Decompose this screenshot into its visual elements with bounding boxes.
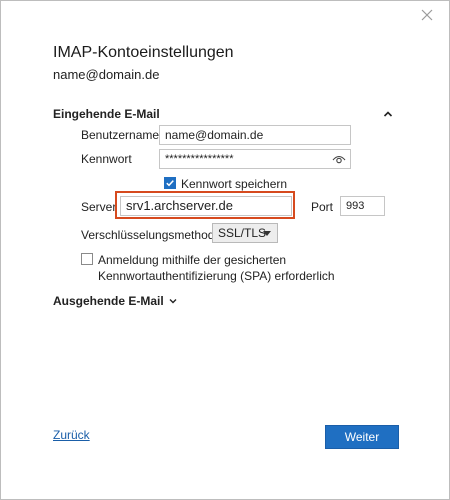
spa-label-line1: Anmeldung mithilfe der gesicherten xyxy=(98,253,287,267)
encryption-value: SSL/TLS xyxy=(218,226,267,240)
port-input[interactable]: 993 xyxy=(340,196,385,216)
checkmark-icon xyxy=(166,180,174,187)
encryption-select[interactable]: SSL/TLS xyxy=(212,223,278,243)
chevron-down-icon xyxy=(169,299,177,304)
dialog-title: IMAP-Kontoeinstellungen xyxy=(53,44,234,61)
back-link[interactable]: Zurück xyxy=(53,428,90,442)
remember-password-checkbox[interactable] xyxy=(164,177,176,189)
outgoing-mail-toggle[interactable]: Ausgehende E-Mail xyxy=(53,294,178,308)
username-input[interactable]: name@domain.de xyxy=(159,125,351,145)
eye-icon[interactable] xyxy=(332,153,346,165)
password-label: Kennwort xyxy=(81,152,132,166)
close-icon[interactable] xyxy=(419,7,435,23)
username-label: Benutzername xyxy=(81,128,160,142)
password-value: **************** xyxy=(165,153,234,165)
remember-password-label: Kennwort speichern xyxy=(181,177,288,191)
server-label: Server xyxy=(81,200,117,214)
spa-label-line2: Kennwortauthentifizierung (SPA) erforder… xyxy=(98,269,335,283)
spa-checkbox[interactable] xyxy=(81,253,93,265)
password-input[interactable]: **************** xyxy=(159,149,351,169)
spa-label: Anmeldung mithilfe der gesicherten Kennw… xyxy=(98,252,335,284)
chevron-up-icon[interactable] xyxy=(381,107,395,121)
imap-settings-dialog: IMAP-Kontoeinstellungen name@domain.de E… xyxy=(0,0,450,500)
outgoing-mail-heading: Ausgehende E-Mail xyxy=(53,294,164,308)
account-address: name@domain.de xyxy=(53,67,160,82)
incoming-mail-heading: Eingehende E-Mail xyxy=(53,107,160,121)
next-button[interactable]: Weiter xyxy=(325,425,399,449)
dropdown-caret-icon xyxy=(263,231,271,236)
encryption-label: Verschlüsselungsmethode xyxy=(81,228,222,242)
port-label: Port xyxy=(311,200,334,214)
server-input[interactable]: srv1.archserver.de xyxy=(120,196,292,216)
